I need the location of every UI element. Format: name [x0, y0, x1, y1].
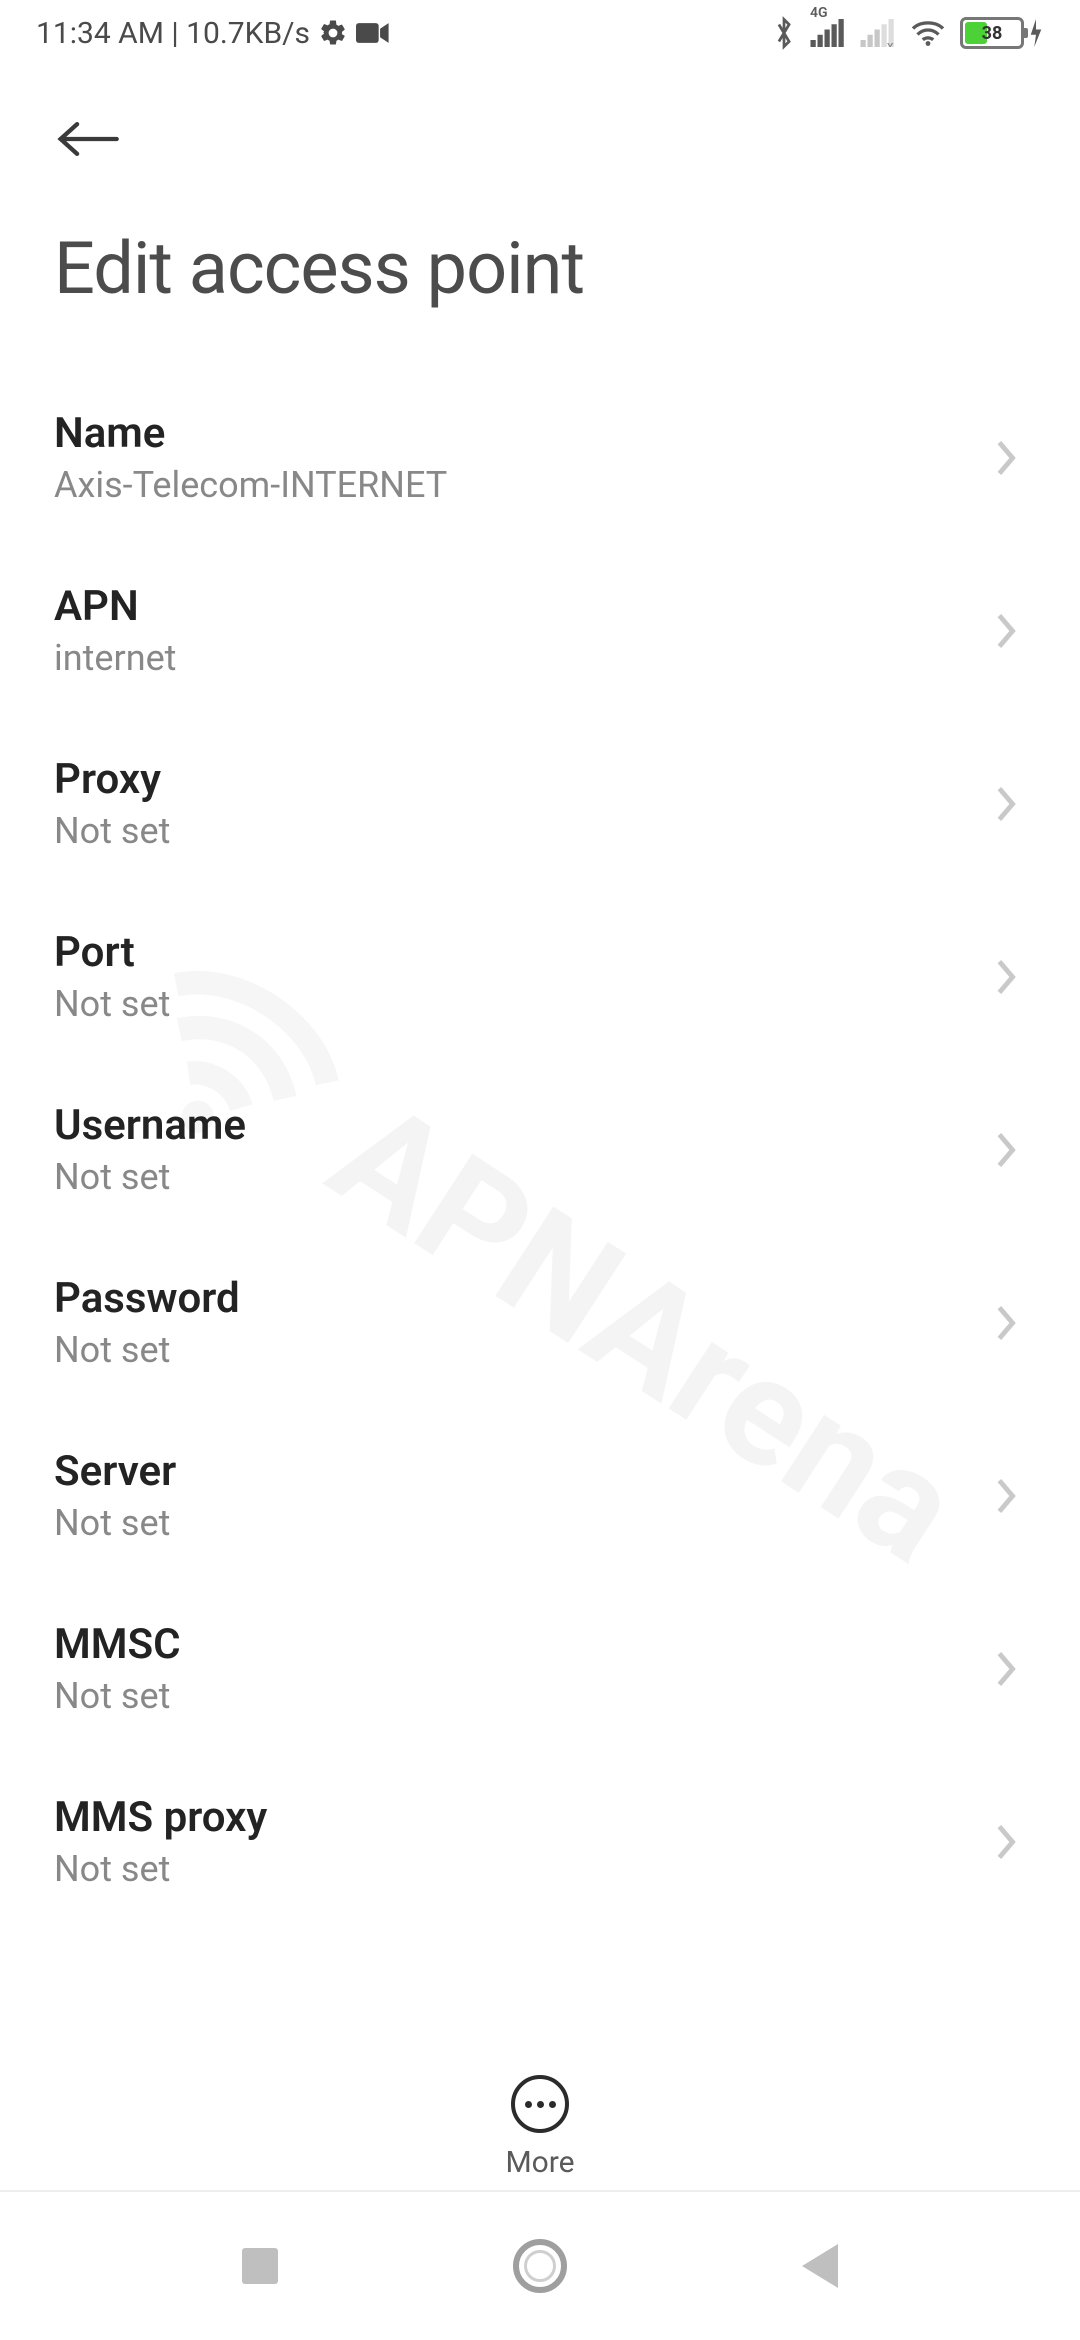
- svg-text:x: x: [887, 39, 894, 48]
- camera-icon: [356, 21, 390, 45]
- gear-icon: [318, 18, 348, 48]
- status-left: 11:34 AM | 10.7KB/s: [36, 16, 390, 51]
- setting-item-apn[interactable]: APN internet: [54, 544, 1026, 717]
- setting-value: Not set: [54, 1848, 267, 1890]
- circle-icon: [513, 2239, 567, 2293]
- setting-item-password[interactable]: Password Not set: [54, 1236, 1026, 1409]
- chevron-right-icon: [992, 436, 1020, 480]
- setting-item-proxy[interactable]: Proxy Not set: [54, 717, 1026, 890]
- setting-label: MMSC: [54, 1620, 181, 1669]
- chevron-right-icon: [992, 1820, 1020, 1864]
- setting-value: Not set: [54, 1675, 181, 1717]
- square-icon: [242, 2248, 278, 2284]
- setting-value: internet: [54, 637, 176, 679]
- chevron-right-icon: [992, 1474, 1020, 1518]
- setting-label: MMS proxy: [54, 1793, 267, 1842]
- signal-4g-icon: 4G: [810, 19, 846, 47]
- battery-icon: 38: [960, 17, 1044, 49]
- network-type-text: 4G: [810, 5, 828, 21]
- status-right: 4G x 38: [772, 16, 1044, 50]
- setting-label: APN: [54, 582, 176, 631]
- header-back-area: [0, 66, 1080, 182]
- battery-percent-text: 38: [963, 20, 1021, 46]
- chevron-right-icon: [992, 1647, 1020, 1691]
- setting-label: Port: [54, 928, 170, 977]
- chevron-right-icon: [992, 1128, 1020, 1172]
- status-separator: |: [164, 16, 186, 51]
- setting-label: Server: [54, 1447, 176, 1496]
- more-action[interactable]: More: [0, 2055, 1080, 2180]
- setting-item-mms-proxy[interactable]: MMS proxy Not set: [54, 1755, 1026, 1928]
- setting-value: Axis-Telecom-INTERNET: [54, 464, 447, 506]
- android-nav-bar: [0, 2190, 1080, 2340]
- status-time: 11:34 AM | 10.7KB/s: [36, 16, 310, 51]
- setting-value: Not set: [54, 1502, 176, 1544]
- setting-item-server[interactable]: Server Not set: [54, 1409, 1026, 1582]
- setting-value: Not set: [54, 810, 170, 852]
- triangle-left-icon: [802, 2244, 838, 2288]
- back-button[interactable]: [54, 106, 120, 172]
- more-icon: [511, 2075, 569, 2133]
- chevron-right-icon: [992, 782, 1020, 826]
- chevron-right-icon: [992, 609, 1020, 653]
- setting-label: Name: [54, 409, 447, 458]
- page-title: Edit access point: [0, 182, 1080, 371]
- data-rate-text: 10.7KB/s: [186, 16, 310, 51]
- status-bar: 11:34 AM | 10.7KB/s 4G x 38: [0, 0, 1080, 66]
- setting-item-port[interactable]: Port Not set: [54, 890, 1026, 1063]
- setting-value: Not set: [54, 983, 170, 1025]
- arrow-left-icon: [54, 119, 120, 159]
- nav-home-button[interactable]: [510, 2236, 570, 2296]
- setting-label: Username: [54, 1101, 246, 1150]
- setting-item-name[interactable]: Name Axis-Telecom-INTERNET: [54, 371, 1026, 544]
- chevron-right-icon: [992, 955, 1020, 999]
- setting-value: Not set: [54, 1329, 240, 1371]
- signal-no-sim-icon: x: [860, 19, 896, 47]
- settings-list: Name Axis-Telecom-INTERNET APN internet …: [0, 371, 1080, 1928]
- wifi-icon: [910, 19, 946, 47]
- more-label: More: [505, 2145, 574, 2180]
- setting-value: Not set: [54, 1156, 246, 1198]
- bluetooth-icon: [772, 16, 796, 50]
- time-text: 11:34 AM: [36, 16, 164, 51]
- chevron-right-icon: [992, 1301, 1020, 1345]
- setting-label: Password: [54, 1274, 240, 1323]
- nav-recents-button[interactable]: [230, 2236, 290, 2296]
- nav-back-button[interactable]: [790, 2236, 850, 2296]
- setting-item-username[interactable]: Username Not set: [54, 1063, 1026, 1236]
- setting-item-mmsc[interactable]: MMSC Not set: [54, 1582, 1026, 1755]
- setting-label: Proxy: [54, 755, 170, 804]
